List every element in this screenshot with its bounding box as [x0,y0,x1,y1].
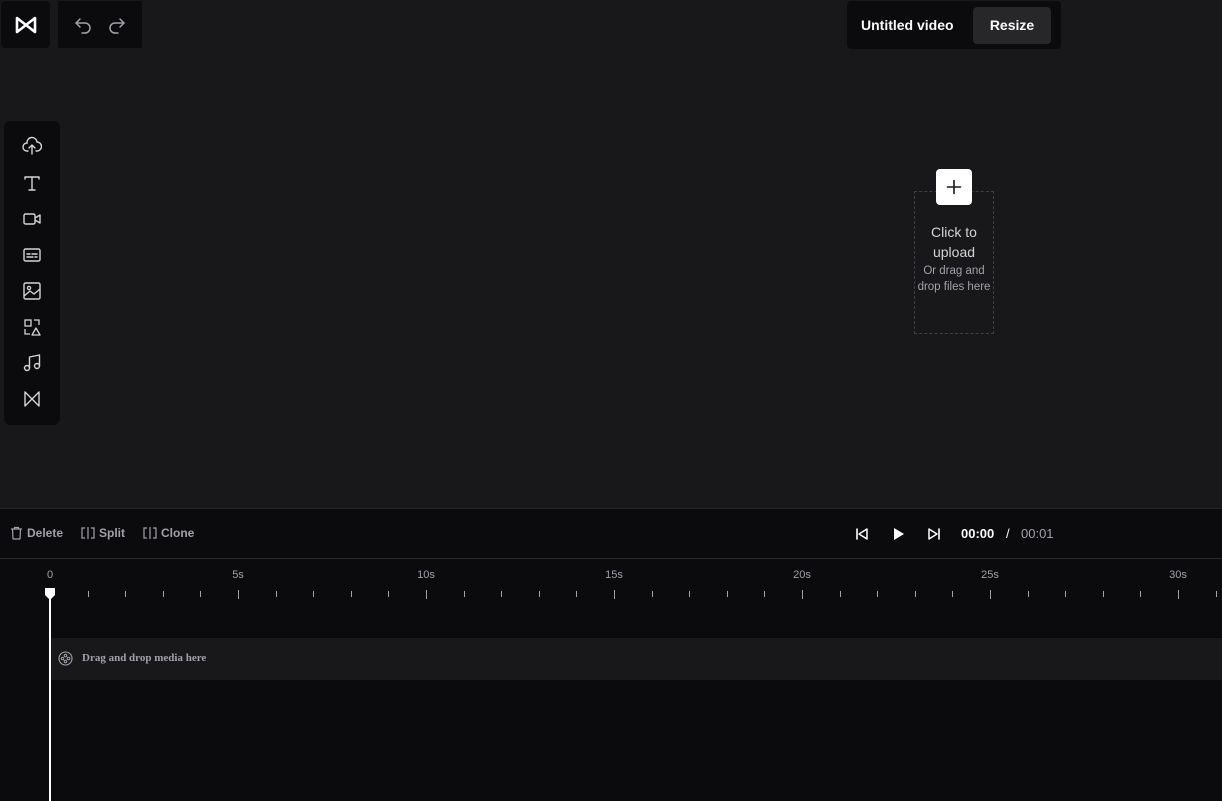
sidebar-item-upload[interactable] [4,130,60,162]
media-track[interactable]: Drag and drop media here [50,638,1222,680]
delete-button[interactable]: Delete [10,526,63,540]
ruler-minor-tick [877,591,878,597]
redo-icon [109,17,125,34]
ruler-major-tick [990,590,991,599]
split-icon [81,527,95,539]
ruler-minor-tick [388,591,389,597]
plus-icon [946,179,962,195]
play-icon [894,528,904,540]
upload-subtitle: Or drag and drop files here [917,265,991,293]
undo-button[interactable] [73,15,93,35]
ruler-minor-tick [764,591,765,597]
ruler-major-tick [238,590,239,599]
delete-label: Delete [27,526,64,540]
timeline-controls: Delete Split Clone 00:00 / 00:01 [0,508,1222,559]
capcut-logo-icon [15,16,36,33]
clone-icon [143,527,157,539]
ruler-label: 20s [793,569,811,581]
ruler-minor-tick [501,591,502,597]
ruler-minor-tick [539,591,540,597]
skip-forward-icon [928,528,940,540]
ruler-major-tick [426,590,427,599]
sidebar-item-image[interactable] [4,275,60,307]
ruler-label: 25s [981,569,999,581]
current-time: 00:00 [961,526,995,541]
ruler-minor-tick [88,591,89,597]
logo-button[interactable] [1,1,50,48]
ruler-minor-tick [464,591,465,597]
project-title[interactable]: Untitled video [861,17,973,33]
clone-button[interactable]: Clone [143,526,194,540]
ruler-minor-tick [276,591,277,597]
transition-icon [24,391,40,407]
undo-icon [75,17,91,34]
playhead-handle[interactable] [44,587,56,601]
video-camera-icon [23,213,41,225]
ruler-major-tick [802,590,803,599]
cloud-upload-icon [22,136,42,155]
sidebar-item-text[interactable] [4,167,60,199]
music-note-icon [23,354,41,372]
skip-forward-button[interactable] [924,524,944,544]
resize-button[interactable]: Resize [973,6,1051,44]
track-placeholder: Drag and drop media here [82,652,207,664]
sidebar-item-audio[interactable] [4,347,60,379]
ruler-minor-tick [1140,591,1141,597]
ruler-label: 5s [232,569,244,581]
sidebar-toolbar [4,121,60,425]
history-controls [58,1,142,48]
redo-button[interactable] [107,15,127,35]
ruler-major-tick [1178,590,1179,599]
video-editor: Untitled video Resize Click to upload Or… [0,0,1222,801]
ruler-minor-tick [652,591,653,597]
ruler-label: 30s [1169,569,1187,581]
skip-back-button[interactable] [852,524,872,544]
shapes-icon [24,319,41,336]
ruler-label: 15s [605,569,623,581]
ruler-minor-tick [689,591,690,597]
time-separator: / [1006,526,1010,541]
ruler-major-tick [614,590,615,599]
sidebar-item-captions[interactable] [4,239,60,271]
ruler-label: 0 [46,569,54,581]
upload-title: Click to upload [931,224,977,260]
sidebar-item-transitions[interactable] [4,383,60,415]
clone-label: Clone [161,526,195,540]
ruler-minor-tick [727,591,728,597]
text-icon [24,176,40,191]
ruler-minor-tick [915,591,916,597]
play-button[interactable] [888,524,908,544]
timeline[interactable]: 0 5s 10s 15s 20s 25s 30s Drag and drop media h… [0,559,1222,801]
upload-button[interactable] [936,169,972,205]
ruler-minor-tick [200,591,201,597]
ruler-minor-tick [840,591,841,597]
ruler-minor-tick [1028,591,1029,597]
ruler-minor-tick [125,591,126,597]
ruler-minor-tick [313,591,314,597]
ruler-minor-tick [1216,591,1217,597]
playhead-line[interactable] [49,594,51,801]
captions-icon [23,248,41,262]
film-reel-icon [58,651,73,666]
ruler-minor-tick [1065,591,1066,597]
ruler-minor-tick [952,591,953,597]
trash-icon [11,526,22,540]
sidebar-item-video[interactable] [4,203,60,235]
project-header: Untitled video Resize [847,1,1061,49]
ruler-minor-tick [576,591,577,597]
ruler-minor-tick [163,591,164,597]
ruler-minor-tick [351,591,352,597]
ruler-minor-tick [1103,591,1104,597]
split-label: Split [99,526,125,540]
ruler-label: 10s [417,569,435,581]
split-button[interactable]: Split [81,526,125,540]
sidebar-item-elements[interactable] [4,311,60,343]
skip-back-icon [856,528,868,540]
image-icon [23,282,41,300]
total-time: 00:01 [1021,526,1054,541]
